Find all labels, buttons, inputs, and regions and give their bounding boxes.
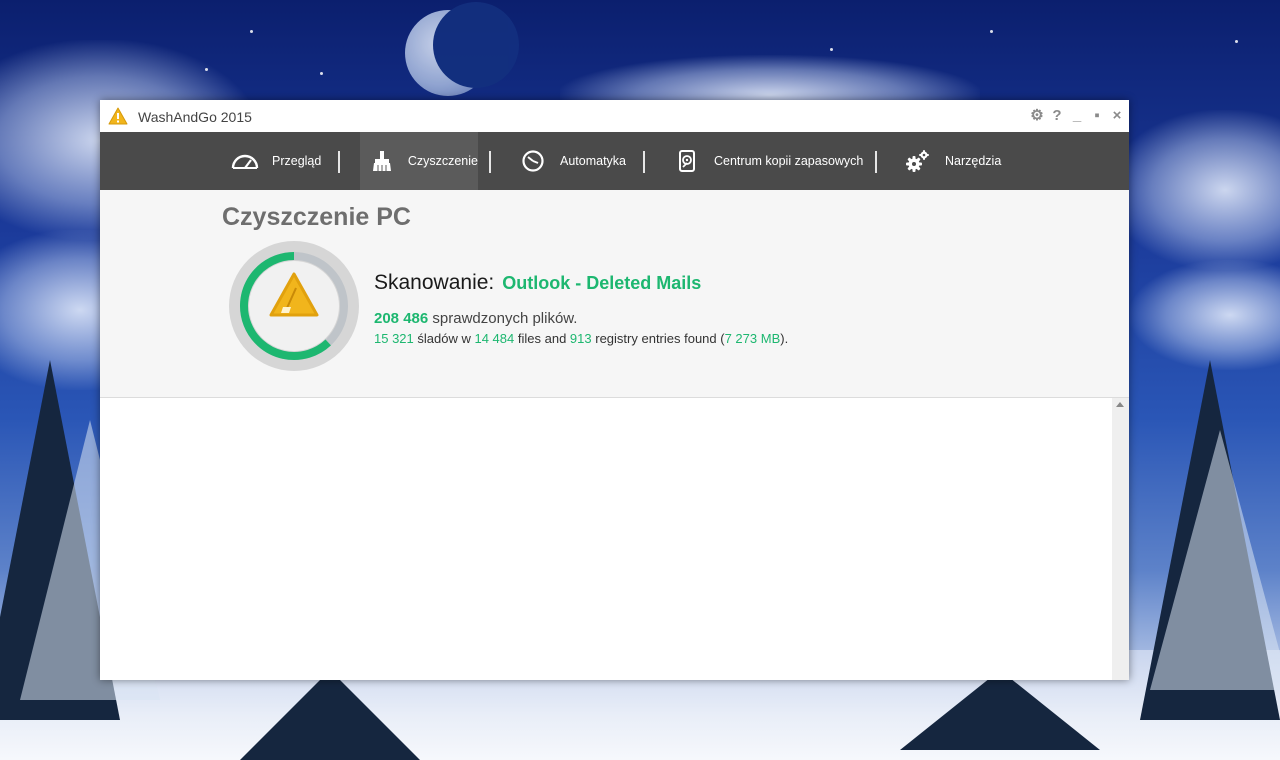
registry-text: registry entries found ( — [595, 331, 725, 346]
scan-progress-gauge — [229, 241, 359, 371]
size-suffix: ). — [780, 331, 789, 346]
nav-label: Narzędzia — [945, 154, 1002, 168]
page-title: Czyszczenie PC — [222, 203, 411, 231]
broom-icon — [368, 146, 396, 176]
nav-label: Przegląd — [272, 154, 322, 168]
app-window: WashAndGo 2015 ⚙ ? _ ▪ × Przegląd Czyszc… — [100, 100, 1129, 680]
scan-status-panel: Czyszczenie PC Skanowanie: Outlook - Dele… — [100, 190, 1129, 398]
backup-drive-icon — [672, 146, 702, 176]
scan-heading: Skanowanie: Outlook - Deleted Mails — [374, 271, 701, 295]
files-count: 14 484 — [474, 331, 515, 346]
nav-label: Automatyka — [560, 154, 627, 168]
clock-icon — [518, 146, 548, 176]
files-checked-line: 208 486 sprawdzonych plików. — [374, 310, 577, 327]
results-scrollbar[interactable] — [1112, 398, 1129, 680]
files-checked-count: 208 486 — [374, 310, 429, 327]
main-navigation: Przegląd Czyszczenie Automatyka Centrum … — [100, 132, 1129, 190]
scroll-up-arrow-icon[interactable] — [1116, 402, 1124, 407]
size-value: 7 273 MB — [724, 331, 781, 346]
files-checked-text: sprawdzonych plików. — [432, 310, 578, 327]
settings-icon[interactable]: ⚙ — [1029, 106, 1045, 124]
traces-count: 15 321 — [374, 331, 414, 346]
nav-divider — [875, 151, 877, 173]
speedometer-icon — [230, 146, 260, 176]
nav-divider — [643, 151, 645, 173]
nav-item-narzedzia[interactable]: Narzędzia — [903, 132, 1001, 190]
maximize-button[interactable]: ▪ — [1089, 106, 1105, 124]
gears-icon — [903, 146, 933, 176]
moon — [405, 2, 519, 96]
nav-item-czyszczenie[interactable]: Czyszczenie — [360, 132, 478, 190]
warning-logo-icon — [108, 107, 128, 125]
scan-label: Skanowanie: — [374, 271, 495, 294]
scan-target: Outlook - Deleted Mails — [502, 273, 702, 293]
nav-item-backup-center[interactable]: Centrum kopii zapasowych — [672, 132, 863, 190]
close-button[interactable]: × — [1109, 106, 1125, 124]
window-title: WashAndGo 2015 — [138, 109, 252, 125]
title-bar[interactable]: WashAndGo 2015 ⚙ ? _ ▪ × — [100, 100, 1129, 132]
scan-summary-line: 15 321 śladów w 14 484 files and 913 reg… — [374, 331, 788, 346]
files-text: files and — [517, 331, 567, 346]
help-icon[interactable]: ? — [1049, 106, 1065, 124]
traces-text: śladów w — [417, 331, 471, 346]
registry-count: 913 — [569, 331, 592, 346]
nav-label: Czyszczenie — [407, 154, 478, 168]
nav-divider — [489, 151, 491, 173]
scan-results-list[interactable] — [100, 398, 1112, 680]
nav-divider — [338, 151, 340, 173]
nav-item-automatyka[interactable]: Automatyka — [518, 132, 626, 190]
nav-item-przeglad[interactable]: Przegląd — [230, 132, 321, 190]
minimize-button[interactable]: _ — [1069, 106, 1085, 124]
nav-label: Centrum kopii zapasowych — [714, 154, 864, 168]
